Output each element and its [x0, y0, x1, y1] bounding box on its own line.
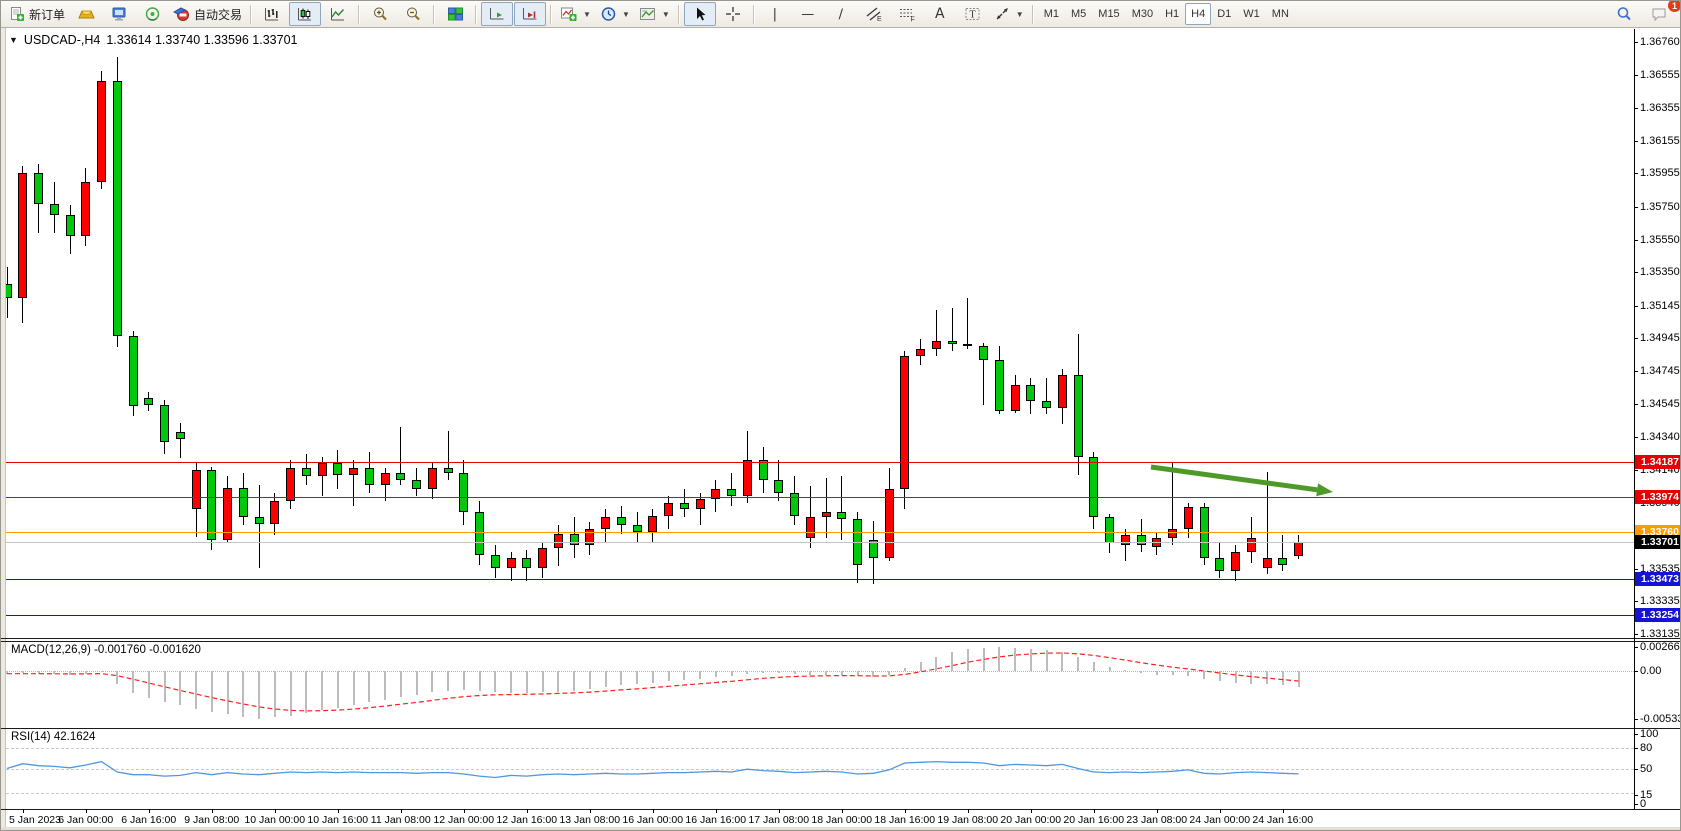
chart-list-dropdown-icon[interactable]: ▼ — [9, 35, 18, 45]
time-axis-tick — [590, 809, 591, 813]
time-axis-tick — [1220, 809, 1221, 813]
time-axis-label: 9 Jan 08:00 — [181, 814, 243, 826]
time-axis-label: 20 Jan 00:00 — [1000, 814, 1062, 826]
time-axis-tick — [338, 809, 339, 813]
time-axis-label: 12 Jan 16:00 — [496, 814, 558, 826]
time-axis-label: 6 Jan 16:00 — [118, 814, 180, 826]
time-axis-tick — [968, 809, 969, 813]
trading-terminal: 新订单 自动交易 — [0, 0, 1681, 831]
time-axis-label: 16 Jan 00:00 — [622, 814, 684, 826]
time-axis-tick — [716, 809, 717, 813]
time-axis-label: 24 Jan 16:00 — [1252, 814, 1314, 826]
time-axis-label: 17 Jan 08:00 — [748, 814, 810, 826]
time-axis-label: 23 Jan 08:00 — [1126, 814, 1188, 826]
time-axis-label: 24 Jan 00:00 — [1189, 814, 1251, 826]
time-axis-tick — [275, 809, 276, 813]
time-axis-label: 18 Jan 00:00 — [811, 814, 873, 826]
time-axis-label: 6 Jan 00:00 — [55, 814, 117, 826]
time-axis-tick — [842, 809, 843, 813]
time-axis-label: 10 Jan 00:00 — [244, 814, 306, 826]
time-axis-tick — [905, 809, 906, 813]
time-axis-tick — [23, 809, 24, 813]
time-axis-tick — [1031, 809, 1032, 813]
time-axis-label: 11 Jan 08:00 — [370, 814, 432, 826]
time-axis[interactable]: 5 Jan 20236 Jan 00:006 Jan 16:009 Jan 08… — [1, 1, 1681, 831]
time-axis-tick — [212, 809, 213, 813]
time-axis-label: 16 Jan 16:00 — [685, 814, 747, 826]
time-axis-label: 18 Jan 16:00 — [874, 814, 936, 826]
time-axis-tick — [464, 809, 465, 813]
window-bottom-edge — [1, 827, 1681, 831]
time-axis-label: 12 Jan 00:00 — [433, 814, 495, 826]
time-axis-label: 20 Jan 16:00 — [1063, 814, 1125, 826]
time-axis-tick — [527, 809, 528, 813]
time-axis-label: 19 Jan 08:00 — [937, 814, 999, 826]
chart-symbol-period: USDCAD-,H4 — [24, 33, 100, 47]
macd-signal-value: -0.001620 — [149, 644, 201, 656]
time-axis-tick — [1283, 809, 1284, 813]
time-axis-tick — [401, 809, 402, 813]
macd-main-value: -0.001760 — [94, 644, 146, 656]
time-axis-tick — [1157, 809, 1158, 813]
time-axis-tick — [1094, 809, 1095, 813]
chart-ohlc-values: 1.33614 1.33740 1.33596 1.33701 — [106, 33, 297, 47]
time-axis-label: 10 Jan 16:00 — [307, 814, 369, 826]
time-axis-tick — [149, 809, 150, 813]
time-axis-tick — [86, 809, 87, 813]
time-axis-tick — [779, 809, 780, 813]
chart-title-bar[interactable]: ▼ USDCAD-,H4 1.33614 1.33740 1.33596 1.3… — [9, 33, 297, 47]
macd-label: MACD(12,26,9) -0.001760 -0.001620 — [11, 644, 201, 656]
time-axis-label: 13 Jan 08:00 — [559, 814, 621, 826]
rsi-value: 42.1624 — [54, 731, 96, 743]
time-axis-tick — [653, 809, 654, 813]
rsi-label: RSI(14) 42.1624 — [11, 731, 95, 743]
